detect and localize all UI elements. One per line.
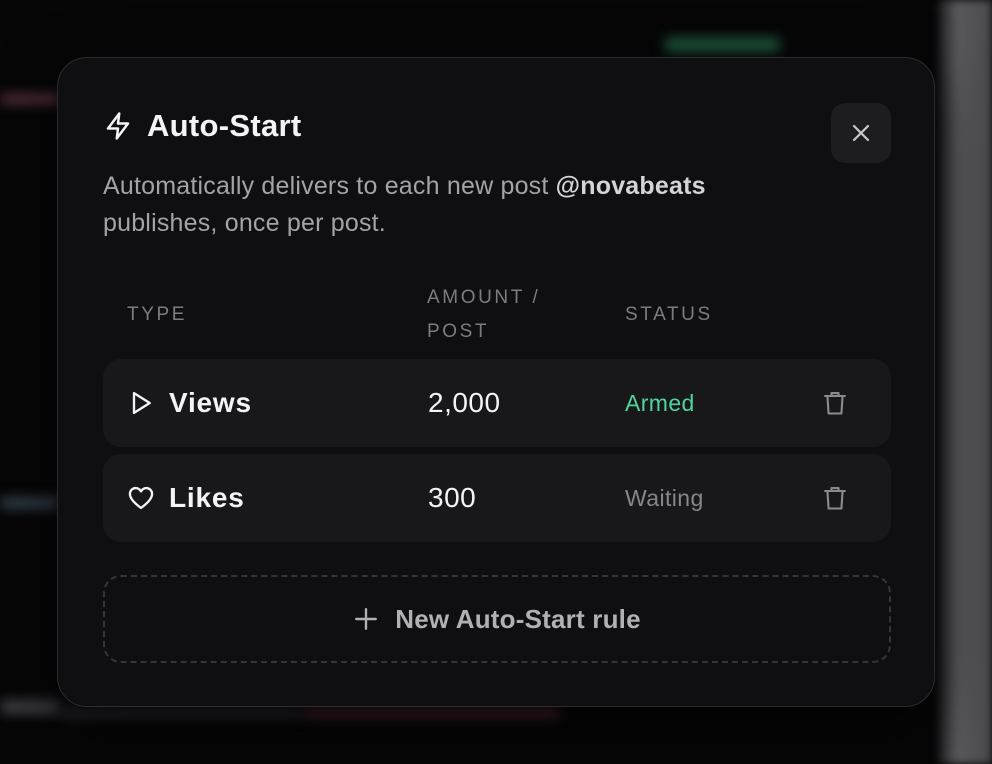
rule-row: Views 2,000 Armed xyxy=(103,359,891,447)
rule-type: Likes xyxy=(127,454,245,542)
play-icon xyxy=(132,391,151,415)
rule-amount: 2,000 xyxy=(428,387,501,418)
description-text: Automatically delivers to each new post xyxy=(103,172,556,200)
heart-icon xyxy=(128,486,154,510)
description-text-end: publishes, once per post. xyxy=(103,209,386,237)
rule-type-label: Views xyxy=(169,387,252,418)
lightning-bolt-icon xyxy=(106,112,130,140)
close-button[interactable] xyxy=(831,103,891,163)
rule-status: Waiting xyxy=(625,485,704,511)
dialog-description: Automatically delivers to each new post … xyxy=(103,168,823,242)
trash-icon[interactable] xyxy=(821,484,849,512)
rule-status: Armed xyxy=(625,390,695,416)
dialog-header: Auto-Start xyxy=(103,108,302,144)
rule-type: Views xyxy=(127,359,252,447)
new-rule-label: New Auto-Start rule xyxy=(395,603,641,634)
plus-icon xyxy=(355,608,378,630)
account-handle: @novabeats xyxy=(555,172,706,200)
close-icon xyxy=(852,124,870,142)
auto-start-dialog: Auto-Start Automatically delivers to eac… xyxy=(57,57,935,707)
column-header-type: TYPE xyxy=(127,304,188,325)
rule-amount: 300 xyxy=(428,482,477,513)
column-header-amount: AMOUNT / POST xyxy=(427,287,541,342)
rule-type-label: Likes xyxy=(169,482,245,513)
column-header-status: STATUS xyxy=(625,304,713,325)
rule-row: Likes 300 Waiting xyxy=(103,454,891,542)
new-auto-start-rule-button[interactable]: New Auto-Start rule xyxy=(103,575,891,663)
trash-icon[interactable] xyxy=(821,389,849,417)
dialog-title: Auto-Start xyxy=(147,108,302,143)
